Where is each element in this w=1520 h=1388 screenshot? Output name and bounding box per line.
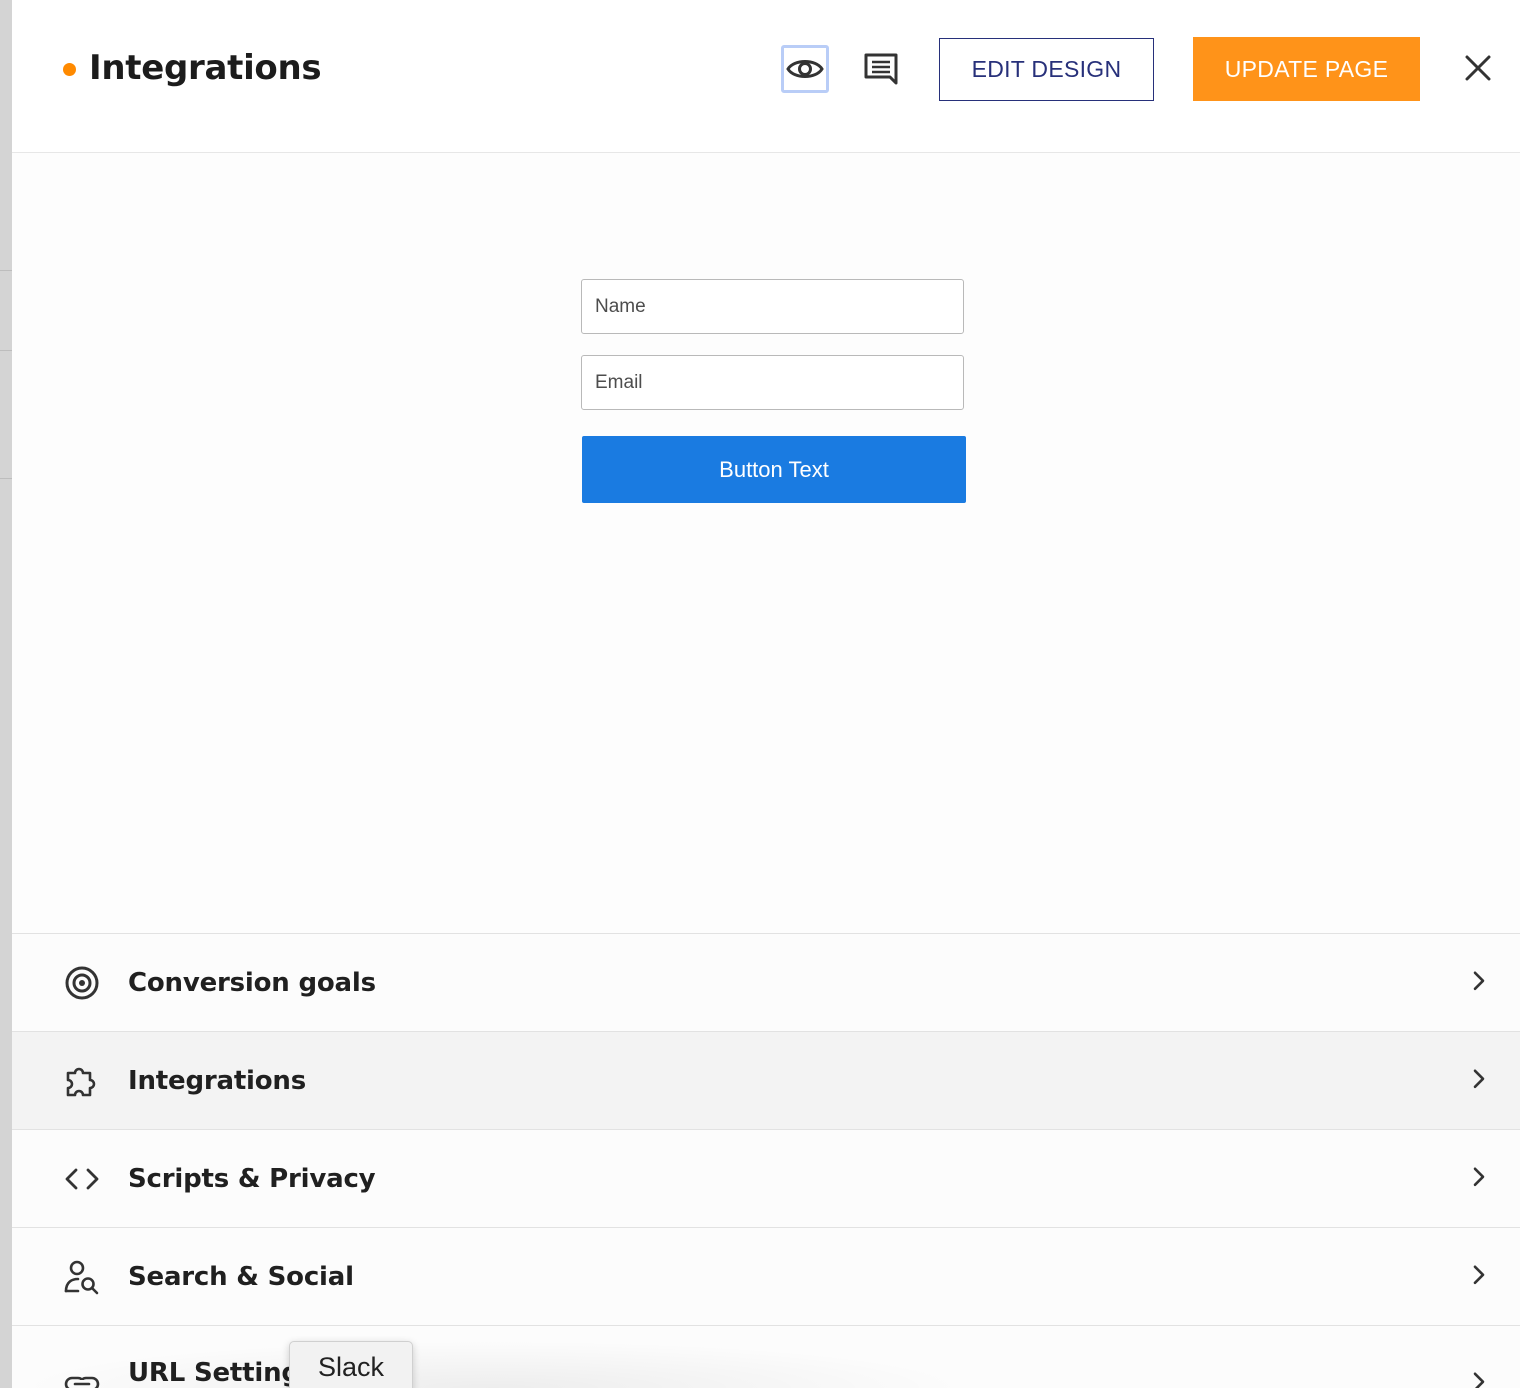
form-submit-button[interactable]: Button Text xyxy=(582,436,966,503)
close-button[interactable] xyxy=(1456,46,1500,90)
name-field[interactable]: Name xyxy=(581,279,964,334)
update-page-button[interactable]: UPDATE PAGE xyxy=(1193,37,1420,101)
chevron-right-icon xyxy=(1473,1069,1485,1088)
eye-icon xyxy=(786,60,824,78)
close-icon xyxy=(1465,55,1491,81)
menu-item-search-social[interactable]: Search & Social xyxy=(12,1227,1520,1325)
left-panel-edge xyxy=(0,0,12,1388)
email-field[interactable]: Email xyxy=(581,355,964,410)
menu-item-label: Integrations xyxy=(128,1065,307,1096)
page: Integrations EDIT DESIGN UPDATE PAGE Nam… xyxy=(0,0,1520,1388)
comments-button[interactable] xyxy=(857,45,905,93)
status-dot xyxy=(63,63,76,76)
menu-item-integrations[interactable]: Integrations xyxy=(12,1031,1520,1129)
chevron-right-icon xyxy=(1473,1265,1485,1284)
preview-button[interactable] xyxy=(781,45,829,93)
menu-item-conversion-goals[interactable]: Conversion goals xyxy=(12,933,1520,1031)
menu-item-url-settings[interactable]: URL Settings xyxy=(12,1325,1520,1388)
chevron-right-icon xyxy=(1473,970,1485,990)
menu-item-label: URL Settings xyxy=(128,1358,316,1388)
puzzle-icon xyxy=(64,1063,100,1099)
code-icon xyxy=(64,1161,100,1197)
menu-item-label: Scripts & Privacy xyxy=(128,1163,376,1194)
user-search-icon xyxy=(64,1259,100,1295)
menu-item-label: Conversion goals xyxy=(128,967,376,998)
link-icon xyxy=(64,1366,100,1388)
chevron-right-icon xyxy=(1473,1167,1485,1186)
edit-design-button[interactable]: EDIT DESIGN xyxy=(939,38,1154,101)
page-header: Integrations EDIT DESIGN UPDATE PAGE xyxy=(12,0,1520,153)
page-title: Integrations xyxy=(89,48,322,88)
comment-icon xyxy=(864,53,898,85)
settings-menu: Conversion goals Integrations Scripts & … xyxy=(12,933,1520,1388)
menu-item-scripts-privacy[interactable]: Scripts & Privacy xyxy=(12,1129,1520,1227)
menu-item-label: Search & Social xyxy=(128,1261,354,1292)
form-preview: Name Email Button Text xyxy=(12,153,1520,933)
chevron-right-icon xyxy=(1473,1372,1485,1388)
slack-tooltip: Slack xyxy=(289,1341,413,1388)
target-icon xyxy=(64,965,100,1001)
